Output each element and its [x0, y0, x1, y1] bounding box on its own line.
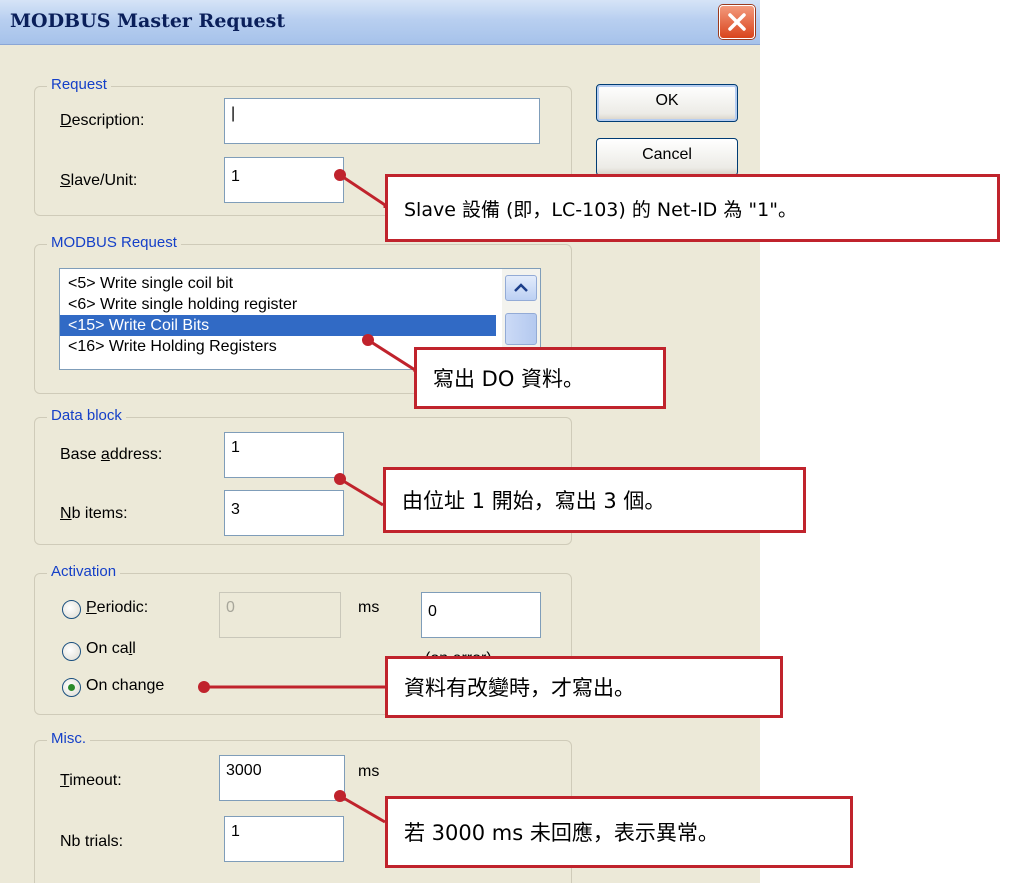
- dot-address: [334, 473, 346, 485]
- callout-connectors: [198, 169, 417, 824]
- dot-slave: [334, 169, 346, 181]
- dot-timeout: [334, 790, 346, 802]
- connector-write-do: [367, 338, 417, 372]
- callout-write-do: 寫出 DO 資料。: [414, 347, 666, 409]
- callout-slave: Slave 設備 (即，LC-103) 的 Net-ID 為 "1"。: [385, 174, 1000, 242]
- connector-timeout: [339, 794, 386, 824]
- callout-timeout: 若 3000 ms 未回應，表示異常。: [385, 796, 853, 868]
- connector-slave: [339, 173, 387, 208]
- dot-on-change: [198, 681, 210, 693]
- callout-on-change: 資料有改變時，才寫出。: [385, 656, 783, 718]
- connector-address: [339, 477, 384, 507]
- dot-write-do: [362, 334, 374, 346]
- callout-address: 由位址 1 開始，寫出 3 個。: [383, 467, 806, 533]
